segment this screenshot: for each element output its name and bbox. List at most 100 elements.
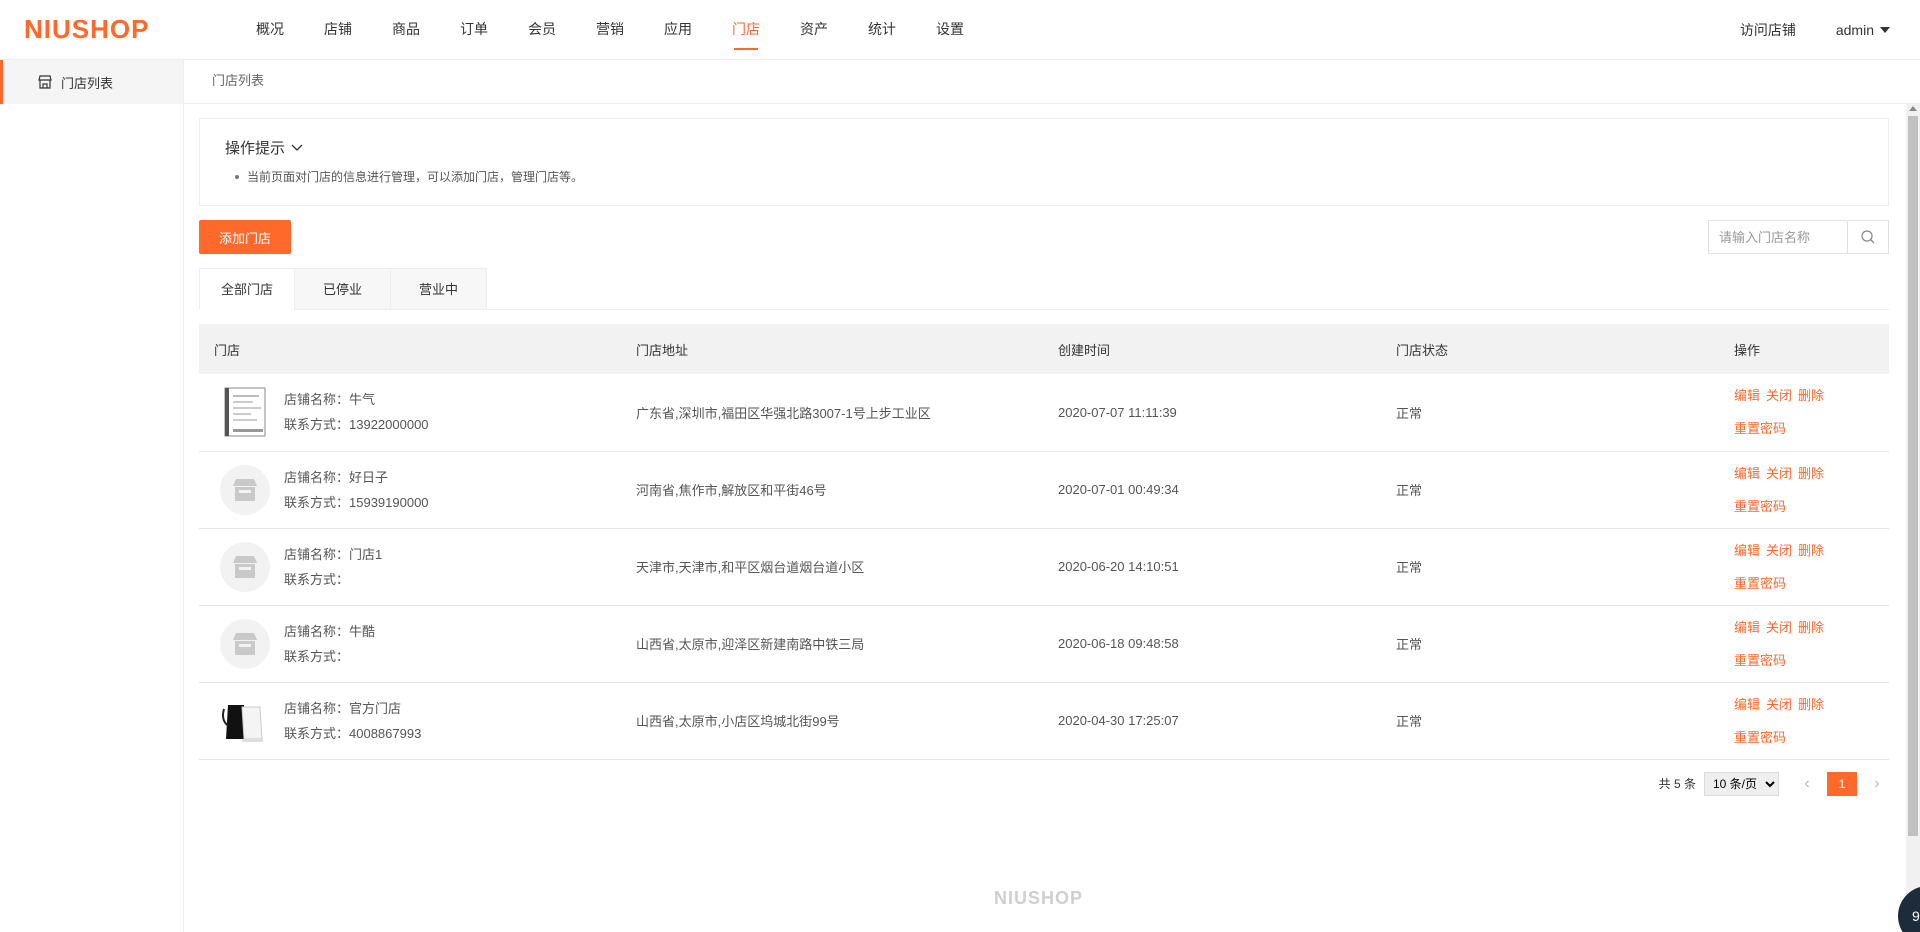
address-cell: 天津市,天津市,和平区烟台道烟台道小区	[621, 528, 1043, 606]
nav-apps[interactable]: 应用	[644, 0, 712, 60]
store-name: 店铺名称：门店1	[284, 546, 383, 562]
store-icon	[233, 632, 257, 655]
edit-link[interactable]: 编辑	[1734, 543, 1760, 558]
created-cell: 2020-06-20 14:10:51	[1043, 528, 1381, 606]
edit-link[interactable]: 编辑	[1734, 466, 1760, 481]
main-content: 操作提示 当前页面对门店的信息进行管理，可以添加门店，管理门店等。 添加门店 全…	[199, 118, 1889, 796]
search-button[interactable]	[1847, 221, 1888, 253]
delete-link[interactable]: 删除	[1798, 466, 1824, 481]
kettle-thumb-icon	[222, 704, 263, 742]
col-store: 门店	[199, 324, 621, 374]
page-size-select[interactable]: 10 条/页	[1704, 771, 1779, 796]
username: admin	[1835, 22, 1874, 38]
nav-overview[interactable]: 概况	[236, 0, 304, 60]
store-cell: 店铺名称：官方门店 联系方式：4008867993	[199, 682, 621, 760]
tips-text: 当前页面对门店的信息进行管理，可以添加门店，管理门店等。	[247, 170, 584, 184]
store-name: 店铺名称：牛酷	[284, 623, 376, 639]
nav-members[interactable]: 会员	[508, 0, 576, 60]
delete-link[interactable]: 删除	[1798, 697, 1824, 712]
address-cell: 山西省,太原市,迎泽区新建南路中铁三局	[621, 605, 1043, 683]
actions-cell: 编辑 关闭 删除 重置密码	[1719, 528, 1889, 606]
document-thumb-icon	[224, 387, 266, 437]
tab-all-stores[interactable]: 全部门店	[199, 268, 295, 310]
delete-link[interactable]: 删除	[1798, 543, 1824, 558]
store-cell: 店铺名称：门店1 联系方式：	[199, 528, 621, 606]
nav-goods[interactable]: 商品	[372, 0, 440, 60]
close-link[interactable]: 关闭	[1766, 388, 1792, 403]
edit-link[interactable]: 编辑	[1734, 388, 1760, 403]
table-header-row: 门店 门店地址 创建时间 门店状态 操作	[199, 324, 1889, 374]
prev-page-icon[interactable]: ‹	[1795, 775, 1819, 793]
reset-password-link[interactable]: 重置密码	[1734, 499, 1786, 514]
sidebar: 门店列表	[0, 60, 184, 932]
table-row: 店铺名称：门店1 联系方式： 天津市,天津市,和平区烟台道烟台道小区 2020-…	[199, 528, 1889, 606]
operation-tips: 操作提示 当前页面对门店的信息进行管理，可以添加门店，管理门店等。	[199, 118, 1889, 206]
nav-stats[interactable]: 统计	[848, 0, 916, 60]
status-cell: 正常	[1381, 605, 1719, 683]
delete-link[interactable]: 删除	[1798, 388, 1824, 403]
table-row: 店铺名称：牛气 联系方式：13922000000 广东省,深圳市,福田区华强北路…	[199, 374, 1889, 452]
store-search-input[interactable]	[1709, 221, 1847, 253]
sidebar-item-store-list[interactable]: 门店列表	[0, 60, 183, 104]
actions-cell: 编辑 关闭 删除 重置密码	[1719, 374, 1889, 452]
scroll-thumb[interactable]	[1908, 116, 1918, 836]
scroll-up-icon[interactable]	[1909, 106, 1917, 111]
niushop-logo[interactable]: NIUSHOP	[24, 14, 149, 45]
nav-shop[interactable]: 店铺	[304, 0, 372, 60]
delete-link[interactable]: 删除	[1798, 620, 1824, 635]
nav-assets[interactable]: 资产	[780, 0, 848, 60]
reset-password-link[interactable]: 重置密码	[1734, 421, 1786, 436]
nav-settings[interactable]: 设置	[916, 0, 984, 60]
store-name: 店铺名称：官方门店	[284, 700, 402, 716]
created-cell: 2020-07-07 11:11:39	[1043, 374, 1381, 452]
nav-stores[interactable]: 门店	[712, 0, 780, 60]
status-cell: 正常	[1381, 374, 1719, 452]
header-right: 访问店铺 admin	[1740, 0, 1890, 60]
tab-open[interactable]: 营业中	[391, 268, 487, 310]
page-number-current[interactable]: 1	[1827, 771, 1857, 796]
status-tabs: 全部门店 已停业 营业中	[199, 268, 1889, 310]
store-contact: 联系方式：	[284, 648, 350, 664]
store-name: 店铺名称：好日子	[284, 469, 389, 485]
top-header: NIUSHOP 概况 店铺 商品 订单 会员 营销 应用 门店 资产 统计 设置…	[0, 0, 1920, 60]
close-link[interactable]: 关闭	[1766, 466, 1792, 481]
store-thumbnail	[220, 618, 270, 669]
store-thumbnail	[220, 541, 270, 592]
search-icon	[1861, 230, 1875, 244]
store-contact: 联系方式：4008867993	[284, 725, 422, 741]
nav-marketing[interactable]: 营销	[576, 0, 644, 60]
visit-store-link[interactable]: 访问店铺	[1740, 20, 1796, 40]
store-cell: 店铺名称：好日子 联系方式：15939190000	[199, 451, 621, 529]
created-cell: 2020-04-30 17:25:07	[1043, 682, 1381, 760]
total-count: 共 5 条	[1658, 777, 1696, 791]
floating-help-button[interactable]: 9	[1898, 886, 1920, 932]
close-link[interactable]: 关闭	[1766, 543, 1792, 558]
next-page-icon[interactable]: ›	[1865, 775, 1889, 793]
user-menu[interactable]: admin	[1836, 22, 1890, 38]
close-link[interactable]: 关闭	[1766, 697, 1792, 712]
store-table: 门店 门店地址 创建时间 门店状态 操作 店铺名称：牛气 联系方式：139220…	[199, 324, 1889, 760]
add-store-button[interactable]: 添加门店	[199, 220, 291, 254]
store-thumbnail	[220, 464, 270, 515]
nav-orders[interactable]: 订单	[440, 0, 508, 60]
address-cell: 广东省,深圳市,福田区华强北路3007-1号上步工业区	[621, 374, 1043, 452]
store-thumbnail	[220, 695, 270, 746]
reset-password-link[interactable]: 重置密码	[1734, 730, 1786, 745]
edit-link[interactable]: 编辑	[1734, 697, 1760, 712]
store-contact: 联系方式：15939190000	[284, 494, 429, 510]
col-address: 门店地址	[621, 324, 1043, 374]
page-scrollbar[interactable]	[1906, 104, 1920, 932]
status-cell: 正常	[1381, 451, 1719, 529]
main-nav: 概况 店铺 商品 订单 会员 营销 应用 门店 资产 统计 设置	[236, 0, 984, 60]
store-icon	[233, 478, 257, 501]
close-link[interactable]: 关闭	[1766, 620, 1792, 635]
tab-closed[interactable]: 已停业	[295, 268, 391, 310]
tips-toggle[interactable]: 操作提示	[225, 137, 1863, 158]
store-icon	[233, 555, 257, 578]
status-cell: 正常	[1381, 682, 1719, 760]
tips-title: 操作提示	[225, 140, 286, 157]
reset-password-link[interactable]: 重置密码	[1734, 653, 1786, 668]
edit-link[interactable]: 编辑	[1734, 620, 1760, 635]
store-name: 店铺名称：牛气	[284, 392, 376, 408]
reset-password-link[interactable]: 重置密码	[1734, 576, 1786, 591]
